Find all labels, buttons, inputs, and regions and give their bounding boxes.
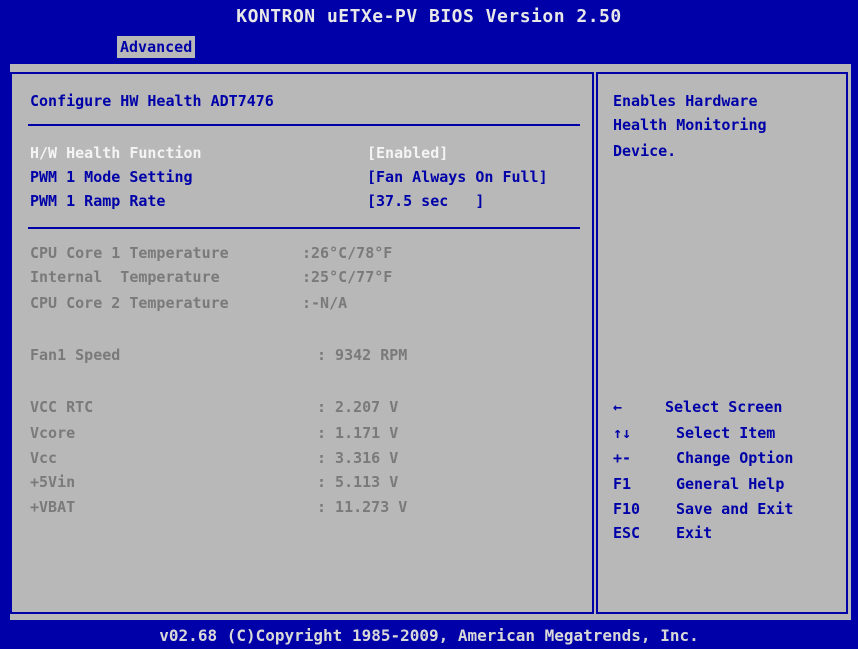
reading-label-vcc: Vcc <box>30 449 58 467</box>
setting-label-pwm-mode[interactable]: PWM 1 Mode Setting <box>30 168 193 186</box>
setting-value-pwm-mode[interactable]: [Fan Always On Full] <box>367 168 548 186</box>
key-help-exit: Exit <box>676 524 713 542</box>
plus-minus-icon: +- <box>613 449 632 467</box>
reading-value-vcc-rtc: : 2.207 V <box>317 398 399 416</box>
setting-value-pwm-ramp[interactable]: [37.5 sec ] <box>367 192 484 210</box>
setting-label-pwm-ramp[interactable]: PWM 1 Ramp Rate <box>30 192 165 210</box>
section-title: Configure HW Health ADT7476 <box>30 92 274 110</box>
key-f10: F10 <box>613 500 641 518</box>
reading-value-fan1: : 9342 RPM <box>317 346 408 364</box>
reading-label-vcc-rtc: VCC RTC <box>30 398 94 416</box>
reading-label-5vin: +5Vin <box>30 473 76 491</box>
reading-label-vcore: Vcore <box>30 424 76 442</box>
key-esc: ESC <box>613 524 641 542</box>
key-f1: F1 <box>613 475 632 493</box>
key-help-change-option: Change Option <box>676 449 794 467</box>
reading-label-fan1: Fan1 Speed <box>30 346 121 364</box>
reading-label-cpu1-temp: CPU Core 1 Temperature <box>30 244 229 262</box>
reading-value-vbat: : 11.273 V <box>317 498 408 516</box>
separator-top <box>28 124 580 126</box>
key-help-select-screen: Select Screen <box>665 398 783 416</box>
reading-value-cpu2-temp: :-N/A <box>302 294 348 312</box>
bios-title: KONTRON uETXe-PV BIOS Version 2.50 <box>236 6 622 27</box>
tab-advanced[interactable]: Advanced <box>117 36 196 58</box>
help-text-line2: Health Monitoring <box>613 116 767 134</box>
setting-value-hw-health[interactable]: [Enabled] <box>367 144 448 162</box>
reading-value-cpu1-temp: :26°C/78°F <box>302 244 393 262</box>
key-help-select-item: Select Item <box>676 424 776 442</box>
separator-bottom <box>28 227 580 229</box>
title-bar: KONTRON uETXe-PV BIOS Version 2.50 <box>0 0 858 36</box>
left-arrow-icon: ← <box>613 398 623 416</box>
reading-label-cpu2-temp: CPU Core 2 Temperature <box>30 294 229 312</box>
reading-label-vbat: +VBAT <box>30 498 76 516</box>
setting-label-hw-health[interactable]: H/W Health Function <box>30 144 202 162</box>
reading-value-5vin: : 5.113 V <box>317 473 399 491</box>
reading-value-vcore: : 1.171 V <box>317 424 399 442</box>
help-text-line1: Enables Hardware <box>613 92 758 110</box>
up-down-arrow-icon: ↑↓ <box>613 424 632 442</box>
help-text-line3: Device. <box>613 142 677 160</box>
reading-value-vcc: : 3.316 V <box>317 449 399 467</box>
key-help-save-exit: Save and Exit <box>676 500 794 518</box>
reading-value-internal-temp: :25°C/77°F <box>302 268 393 286</box>
key-help-general-help: General Help <box>676 475 785 493</box>
copyright-footer: v02.68 (C)Copyright 1985-2009, American … <box>0 622 858 649</box>
reading-label-internal-temp: Internal Temperature <box>30 268 220 286</box>
